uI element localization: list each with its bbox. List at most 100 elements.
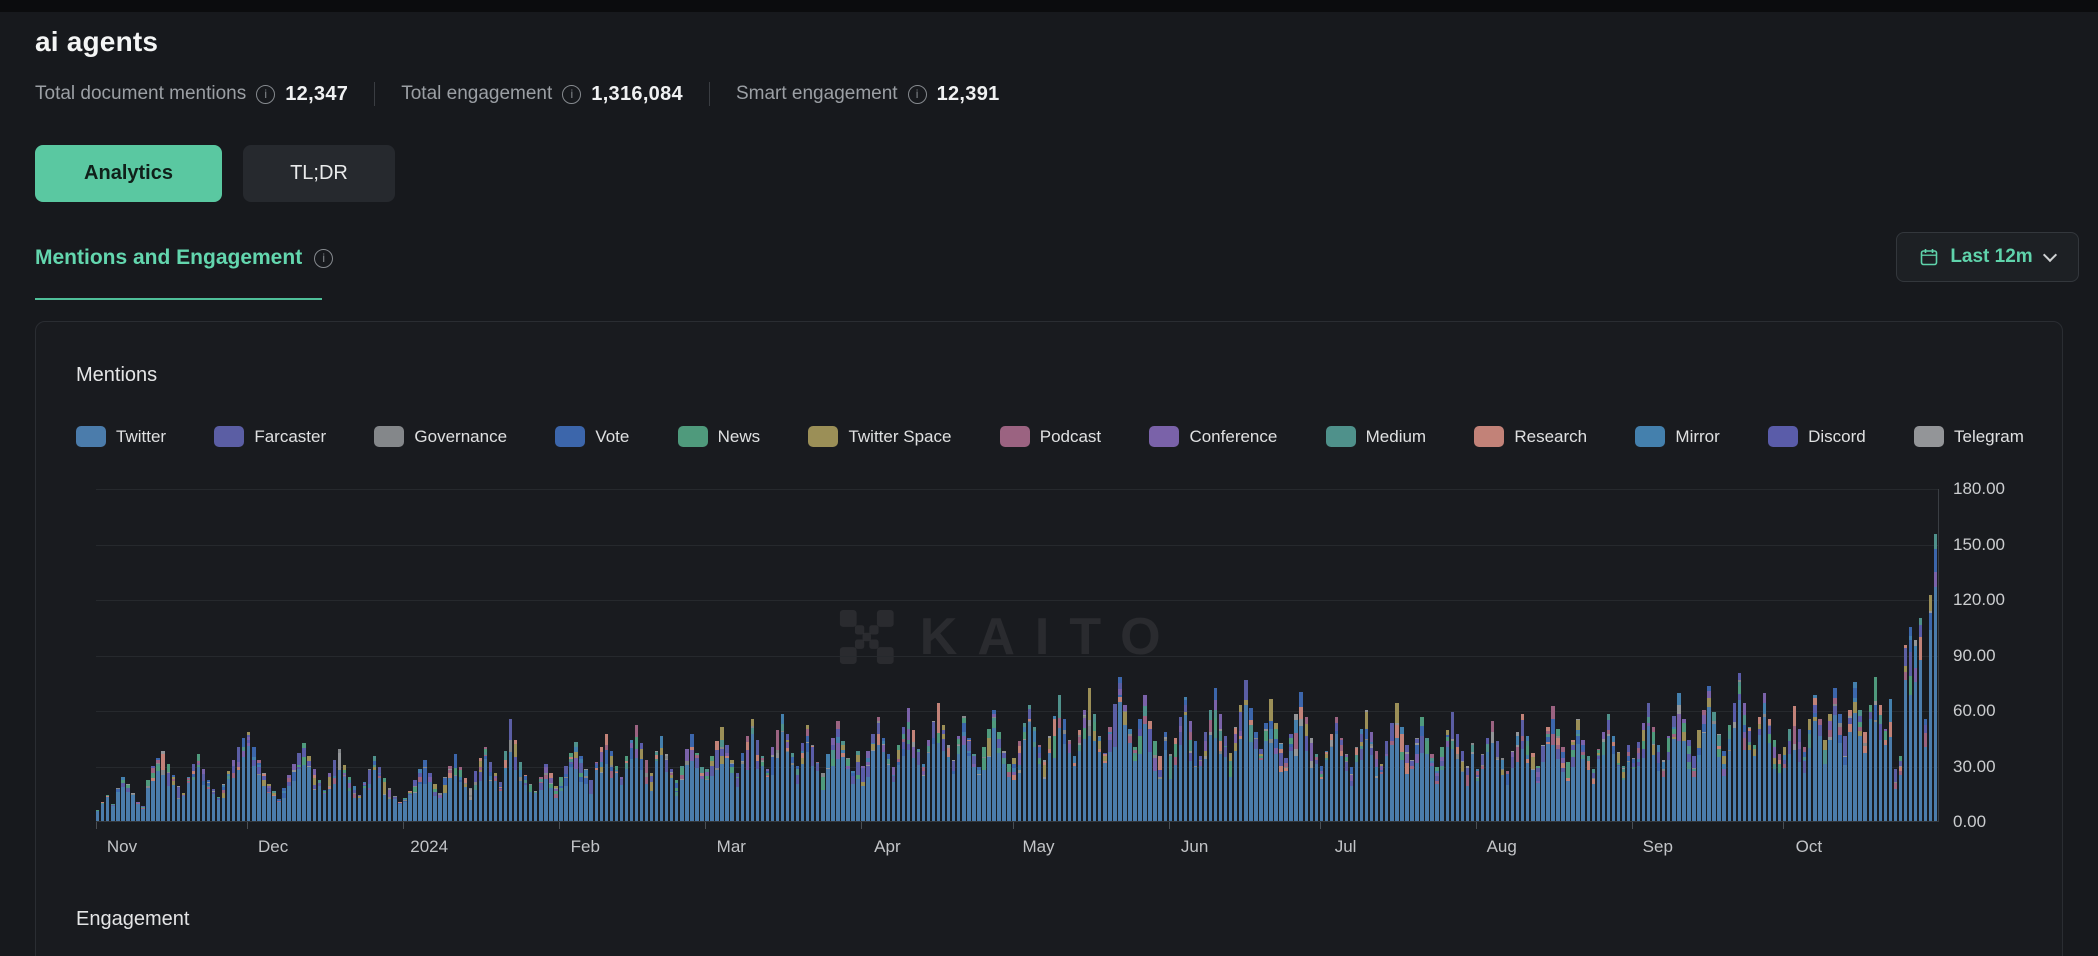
mentions-bar[interactable] xyxy=(1848,710,1851,821)
mentions-bar[interactable] xyxy=(690,734,693,821)
mentions-bar[interactable] xyxy=(806,725,809,821)
mentions-bar[interactable] xyxy=(600,747,603,821)
mentions-bar[interactable] xyxy=(1355,747,1358,821)
mentions-bar[interactable] xyxy=(267,784,270,821)
mentions-bar[interactable] xyxy=(1179,717,1182,821)
mentions-bar[interactable] xyxy=(1269,699,1272,821)
mentions-bar[interactable] xyxy=(1612,736,1615,821)
mentions-bar[interactable] xyxy=(1028,705,1031,821)
mentions-bar[interactable] xyxy=(443,777,446,821)
mentions-plot[interactable]: KAITO 180.00150.00120.0090.0060.0030.000… xyxy=(96,489,1939,822)
mentions-bar[interactable] xyxy=(1108,727,1111,821)
mentions-bar[interactable] xyxy=(1627,745,1630,821)
legend-item-mirror[interactable]: Mirror xyxy=(1635,426,1719,447)
mentions-bar[interactable] xyxy=(1128,729,1131,821)
mentions-bar[interactable] xyxy=(1904,645,1907,821)
mentions-bar[interactable] xyxy=(1581,740,1584,821)
mentions-bar[interactable] xyxy=(1063,719,1066,821)
mentions-bar[interactable] xyxy=(1279,743,1282,821)
mentions-bar[interactable] xyxy=(217,797,220,821)
mentions-bar[interactable] xyxy=(1798,729,1801,821)
section-title[interactable]: Mentions and Engagement xyxy=(35,246,302,270)
mentions-bar[interactable] xyxy=(1123,705,1126,822)
mentions-bar[interactable] xyxy=(378,767,381,821)
mentions-bar[interactable] xyxy=(861,766,864,821)
mentions-bar[interactable] xyxy=(544,764,547,821)
mentions-bar[interactable] xyxy=(746,736,749,821)
mentions-bar[interactable] xyxy=(1758,717,1761,821)
mentions-bar[interactable] xyxy=(1526,736,1529,821)
mentions-bar[interactable] xyxy=(710,756,713,821)
mentions-bar[interactable] xyxy=(866,751,869,821)
mentions-bar[interactable] xyxy=(1682,719,1685,821)
mentions-bar[interactable] xyxy=(297,753,300,821)
mentions-bar[interactable] xyxy=(997,732,1000,821)
mentions-bar[interactable] xyxy=(182,793,185,821)
mentions-bar[interactable] xyxy=(101,802,104,821)
mentions-bar[interactable] xyxy=(1929,595,1932,821)
mentions-bar[interactable] xyxy=(554,786,557,821)
mentions-bar[interactable] xyxy=(741,753,744,821)
mentions-bar[interactable] xyxy=(287,775,290,821)
mentions-bar[interactable] xyxy=(1853,682,1856,821)
mentions-bar[interactable] xyxy=(1033,727,1036,821)
mentions-bar[interactable] xyxy=(393,796,396,821)
mentions-bar[interactable] xyxy=(1622,766,1625,821)
mentions-bar[interactable] xyxy=(1305,717,1308,821)
mentions-bar[interactable] xyxy=(1048,736,1051,821)
mentions-bar[interactable] xyxy=(1667,736,1670,821)
mentions-bar[interactable] xyxy=(1330,734,1333,821)
mentions-bar[interactable] xyxy=(479,758,482,821)
mentions-bar[interactable] xyxy=(1501,758,1504,821)
mentions-bar[interactable] xyxy=(766,769,769,821)
legend-item-podcast[interactable]: Podcast xyxy=(1000,426,1101,447)
mentions-bar[interactable] xyxy=(1254,732,1257,821)
mentions-bar[interactable] xyxy=(1007,764,1010,821)
mentions-bar[interactable] xyxy=(1551,706,1554,821)
mentions-bar[interactable] xyxy=(781,714,784,821)
mentions-bar[interactable] xyxy=(136,802,139,821)
mentions-bar[interactable] xyxy=(826,754,829,821)
mentions-bar[interactable] xyxy=(645,760,648,821)
mentions-bar[interactable] xyxy=(967,738,970,821)
mentions-bar[interactable] xyxy=(368,769,371,821)
mentions-bar[interactable] xyxy=(907,708,910,821)
mentions-bar[interactable] xyxy=(831,738,834,821)
mentions-bar[interactable] xyxy=(982,747,985,821)
mentions-bar[interactable] xyxy=(177,786,180,821)
mentions-bar[interactable] xyxy=(670,769,673,821)
mentions-bar[interactable] xyxy=(579,756,582,821)
mentions-bar[interactable] xyxy=(660,736,663,821)
mentions-bar[interactable] xyxy=(323,790,326,821)
time-range-dropdown[interactable]: Last 12m xyxy=(1896,232,2079,282)
mentions-bar[interactable] xyxy=(1813,695,1816,821)
mentions-bar[interactable] xyxy=(1088,688,1091,821)
mentions-bar[interactable] xyxy=(1521,714,1524,821)
mentions-bar[interactable] xyxy=(720,727,723,821)
mentions-bar[interactable] xyxy=(494,773,497,821)
mentions-bar[interactable] xyxy=(509,719,512,821)
legend-item-vote[interactable]: Vote xyxy=(555,426,629,447)
mentions-bar[interactable] xyxy=(851,771,854,821)
mentions-bar[interactable] xyxy=(403,798,406,821)
mentions-bar[interactable] xyxy=(1148,721,1151,821)
mentions-bar[interactable] xyxy=(917,749,920,821)
mentions-bar[interactable] xyxy=(302,743,305,821)
mentions-bar[interactable] xyxy=(1103,753,1106,821)
mentions-bar[interactable] xyxy=(448,766,451,821)
mentions-bar[interactable] xyxy=(1425,738,1428,821)
mentions-bar[interactable] xyxy=(1199,756,1202,821)
mentions-bar[interactable] xyxy=(1768,719,1771,821)
mentions-bar[interactable] xyxy=(1466,766,1469,821)
mentions-bar[interactable] xyxy=(751,719,754,821)
mentions-bar[interactable] xyxy=(972,754,975,821)
mentions-bar[interactable] xyxy=(433,784,436,821)
mentions-bar[interactable] xyxy=(871,734,874,821)
mentions-bar[interactable] xyxy=(1073,756,1076,821)
mentions-bar[interactable] xyxy=(1224,736,1227,821)
mentions-bar[interactable] xyxy=(1546,727,1549,821)
mentions-bar[interactable] xyxy=(1435,767,1438,821)
mentions-bar[interactable] xyxy=(1118,677,1121,821)
mentions-bar[interactable] xyxy=(841,741,844,821)
mentions-bar[interactable] xyxy=(1561,747,1564,821)
